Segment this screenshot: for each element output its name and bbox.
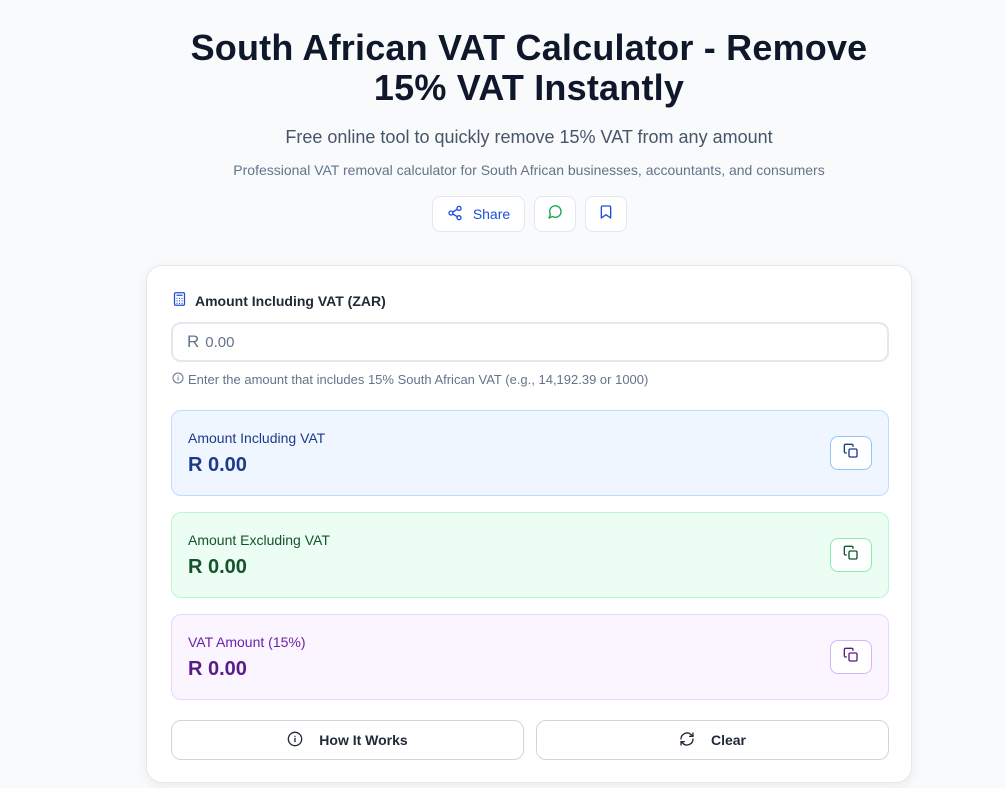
page-subtitle: Free online tool to quickly remove 15% V… [285,127,773,147]
hint-text: Enter the amount that includes 15% South… [188,372,649,387]
result-value: R 0.00 [188,658,247,680]
amount-label: Amount Including VAT (ZAR) [195,292,386,309]
copy-vat-amount-button[interactable] [830,640,872,674]
page-title: South African VAT Calculator - Remove 15… [190,27,868,108]
result-label: VAT Amount (15%) [188,634,306,650]
copy-excluding-vat-button[interactable] [830,538,872,572]
amount-input-wrapper[interactable]: R [171,322,889,362]
result-vat-amount: VAT Amount (15%) R 0.00 [171,614,889,700]
result-including-vat: Amount Including VAT R 0.00 [171,410,889,496]
currency-prefix: R [187,332,200,351]
share-actions: Share [432,196,627,232]
copy-icon [843,443,859,464]
share-button[interactable]: Share [432,196,525,232]
info-icon [287,731,303,750]
amount-label-row: Amount Including VAT (ZAR) [172,291,386,310]
share-icon [447,205,463,224]
bookmark-button[interactable] [585,196,627,232]
how-it-works-label: How It Works [319,732,408,748]
result-label: Amount Excluding VAT [188,532,330,548]
message-circle-icon [547,204,563,225]
copy-icon [843,647,859,668]
amount-input[interactable] [205,333,887,351]
result-value: R 0.00 [188,556,247,578]
clear-button[interactable]: Clear [536,720,889,760]
share-label: Share [472,206,511,222]
calculator-card: Amount Including VAT (ZAR) R Enter the a… [146,265,912,783]
whatsapp-share-button[interactable] [534,196,576,232]
clear-label: Clear [710,732,747,748]
info-icon [172,372,184,387]
bookmark-icon [598,204,614,225]
result-label: Amount Including VAT [188,430,326,446]
how-it-works-button[interactable]: How It Works [171,720,524,760]
copy-icon [843,545,859,566]
result-value: R 0.00 [188,454,247,476]
amount-hint: Enter the amount that includes 15% South… [172,372,648,387]
page-tagline: Professional VAT removal calculator for … [233,162,825,178]
refresh-icon [679,731,695,750]
result-excluding-vat: Amount Excluding VAT R 0.00 [171,512,889,598]
calculator-icon [172,291,187,310]
copy-including-vat-button[interactable] [830,436,872,470]
